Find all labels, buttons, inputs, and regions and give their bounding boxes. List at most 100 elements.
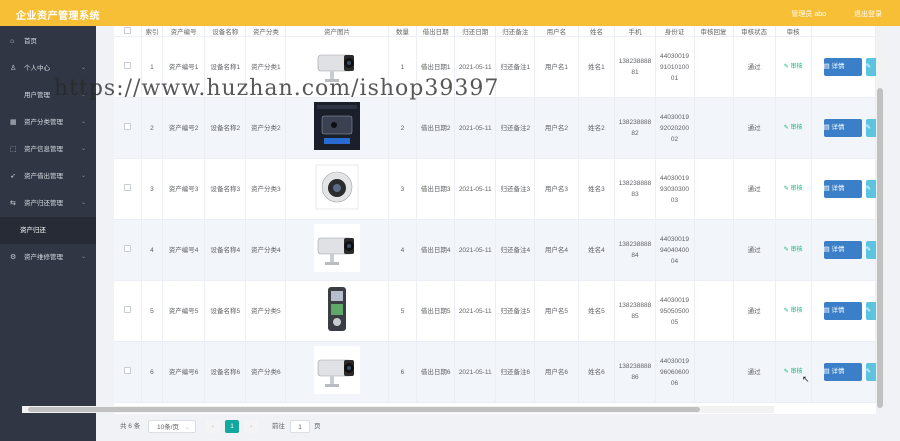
cell-reply (694, 97, 734, 159)
cell-ret: 2021-05-11 (454, 341, 497, 403)
row-checkbox[interactable] (123, 183, 131, 191)
cell-idx: 2 (141, 97, 164, 159)
table-row[interactable]: 5 资产编号5 设备名称5 资产分类5 5 借出日期5 2021-05-11 归还备注5 用户名… (114, 280, 876, 342)
asset-thumbnail[interactable] (314, 102, 361, 150)
horizontal-scroll-thumb[interactable] (28, 407, 700, 412)
audit-link[interactable]: ✎ 审核 (784, 125, 803, 131)
actions-cell: ▤ 详情 ✎ (811, 341, 876, 403)
cell-cat: 资产分类5 (245, 280, 287, 342)
table-row[interactable]: 1 资产编号1 设备名称1 资产分类1 1 借出日期1 2021-05-11 归还备注1 用户名… (114, 36, 876, 98)
next-page-button[interactable]: › (244, 420, 258, 433)
cell-status: 通过 (733, 36, 776, 98)
audit-link[interactable]: ✎ 审核 (784, 308, 803, 314)
audit-link[interactable]: ✎ 审核 (784, 186, 803, 192)
page-size-select[interactable]: 10条/页 ⌄ (148, 420, 196, 433)
cell-real: 姓名3 (578, 158, 616, 220)
column-header-10: 用户名 (534, 26, 579, 37)
row-checkbox[interactable] (123, 366, 131, 374)
audit-label: 审核 (790, 369, 803, 375)
sidebar-item-8[interactable]: ⚙ 资产维修管理 ⌄ (0, 244, 96, 271)
cell-lend: 借出日期6 (416, 341, 456, 403)
asset-thumbnail[interactable] (314, 224, 361, 272)
detail-button[interactable]: ▤ 详情 (823, 119, 862, 137)
horizontal-scrollbar[interactable] (22, 406, 774, 413)
send-icon: ➶ (10, 173, 16, 180)
row-checkbox[interactable] (123, 122, 131, 130)
audit-cell: ✎ 审核 (775, 36, 812, 98)
sidebar-item-7[interactable]: 资产归还 (0, 217, 96, 244)
detail-icon: ▤ (823, 124, 832, 131)
asset-thumbnail[interactable] (314, 346, 361, 394)
table-row[interactable]: 6 资产编号6 设备名称6 资产分类6 6 借出日期6 2021-05-11 归还备注6 用户名… (114, 341, 876, 403)
select-all-checkbox[interactable] (123, 26, 131, 34)
audit-cell: ✎ 审核 (775, 219, 812, 281)
goto-page-input[interactable]: 1 (290, 420, 310, 433)
detail-button[interactable]: ▤ 详情 (823, 180, 862, 198)
sidebar-item-6[interactable]: ⇆ 资产归还管理 ⌄ (0, 190, 96, 217)
vertical-scroll-thumb[interactable] (877, 88, 883, 408)
cell-ret: 2021-05-11 (454, 36, 497, 98)
table-row[interactable]: 4 资产编号4 设备名称4 资产分类4 4 借出日期4 2021-05-11 归还备注4 用户名… (114, 219, 876, 281)
pencil-icon: ✎ (865, 368, 872, 375)
column-header-4: 资产分类 (245, 26, 287, 37)
cell-status: 通过 (733, 158, 776, 220)
logout-link[interactable]: 退出登录 (854, 9, 882, 19)
detail-label: 详情 (831, 246, 845, 253)
column-header-5: 资产图片 (285, 26, 389, 37)
sidebar-item-5[interactable]: ➶ 资产借出管理 ⌄ (0, 163, 96, 190)
sidebar-item-0[interactable]: ⌂ 首页 (0, 28, 96, 55)
sidebar-item-label: 资产借出管理 (24, 173, 63, 180)
cell-real: 姓名1 (578, 36, 616, 98)
table-row[interactable]: 2 资产编号2 设备名称2 资产分类2 2 借出日期2 2021-05-11 归还备注2 用户名… (114, 97, 876, 159)
edit-button[interactable]: ✎ (865, 241, 876, 259)
sidebar-item-4[interactable]: ⬚ 资产信息管理 ⌄ (0, 136, 96, 163)
cell-qty: 5 (388, 280, 418, 342)
edit-button[interactable]: ✎ (865, 180, 876, 198)
audit-link[interactable]: ✎ 审核 (784, 247, 803, 253)
cell-id: 440300199101010001 (655, 36, 695, 98)
edit-button[interactable]: ✎ (865, 302, 876, 320)
current-user[interactable]: 管理员 abo (791, 9, 826, 19)
asset-thumbnail[interactable] (314, 163, 361, 211)
cell-ret: 2021-05-11 (454, 219, 497, 281)
sidebar-item-1[interactable]: ♙ 个人中心 ⌄ (0, 55, 96, 82)
cell-user: 用户名4 (534, 219, 579, 281)
row-checkbox[interactable] (123, 244, 131, 252)
asset-thumbnail[interactable] (314, 41, 361, 89)
grid-icon: ▦ (10, 119, 17, 126)
edit-button[interactable]: ✎ (865, 363, 876, 381)
cell-code: 资产编号3 (162, 158, 206, 220)
cell-status: 通过 (733, 97, 776, 159)
asset-thumbnail[interactable] (314, 285, 361, 333)
chevron-down-icon: ⌄ (80, 254, 86, 260)
row-checkbox[interactable] (123, 61, 131, 69)
audit-link[interactable]: ✎ 审核 (784, 64, 803, 70)
column-header-11: 姓名 (578, 26, 616, 37)
cell-name: 设备名称2 (204, 97, 247, 159)
detail-button[interactable]: ▤ 详情 (823, 302, 862, 320)
sidebar-item-2[interactable]: 用户管理 ⌄ (0, 82, 96, 109)
page-1-button[interactable]: 1 (225, 420, 239, 433)
audit-link[interactable]: ✎ 审核 (784, 369, 803, 375)
detail-button[interactable]: ▤ 详情 (823, 58, 862, 76)
row-checkbox[interactable] (123, 305, 131, 313)
detail-icon: ▤ (823, 185, 832, 192)
vertical-scrollbar[interactable] (876, 26, 884, 408)
edit-button[interactable]: ✎ (865, 58, 876, 76)
detail-icon: ▤ (823, 368, 832, 375)
audit-label: 审核 (790, 247, 803, 253)
detail-button[interactable]: ▤ 详情 (823, 241, 862, 259)
row-select-cell (114, 341, 142, 403)
cell-code: 资产编号5 (162, 280, 206, 342)
table-row[interactable]: 3 资产编号3 设备名称3 资产分类3 3 借出日期3 2021-05-11 归还备注3 用户名… (114, 158, 876, 220)
cell-qty: 6 (388, 341, 418, 403)
cell-status: 通过 (733, 280, 776, 342)
cell-phone: 13823888886 (614, 341, 656, 403)
asset-image-cell (285, 341, 389, 403)
sidebar-item-3[interactable]: ▦ 资产分类管理 ⌄ (0, 109, 96, 136)
detail-button[interactable]: ▤ 详情 (823, 363, 862, 381)
edit-button[interactable]: ✎ (865, 119, 876, 137)
prev-page-button[interactable]: ‹ (206, 420, 220, 433)
actions-cell: ▤ 详情 ✎ (811, 36, 876, 98)
chevron-down-icon: ⌄ (80, 119, 86, 125)
